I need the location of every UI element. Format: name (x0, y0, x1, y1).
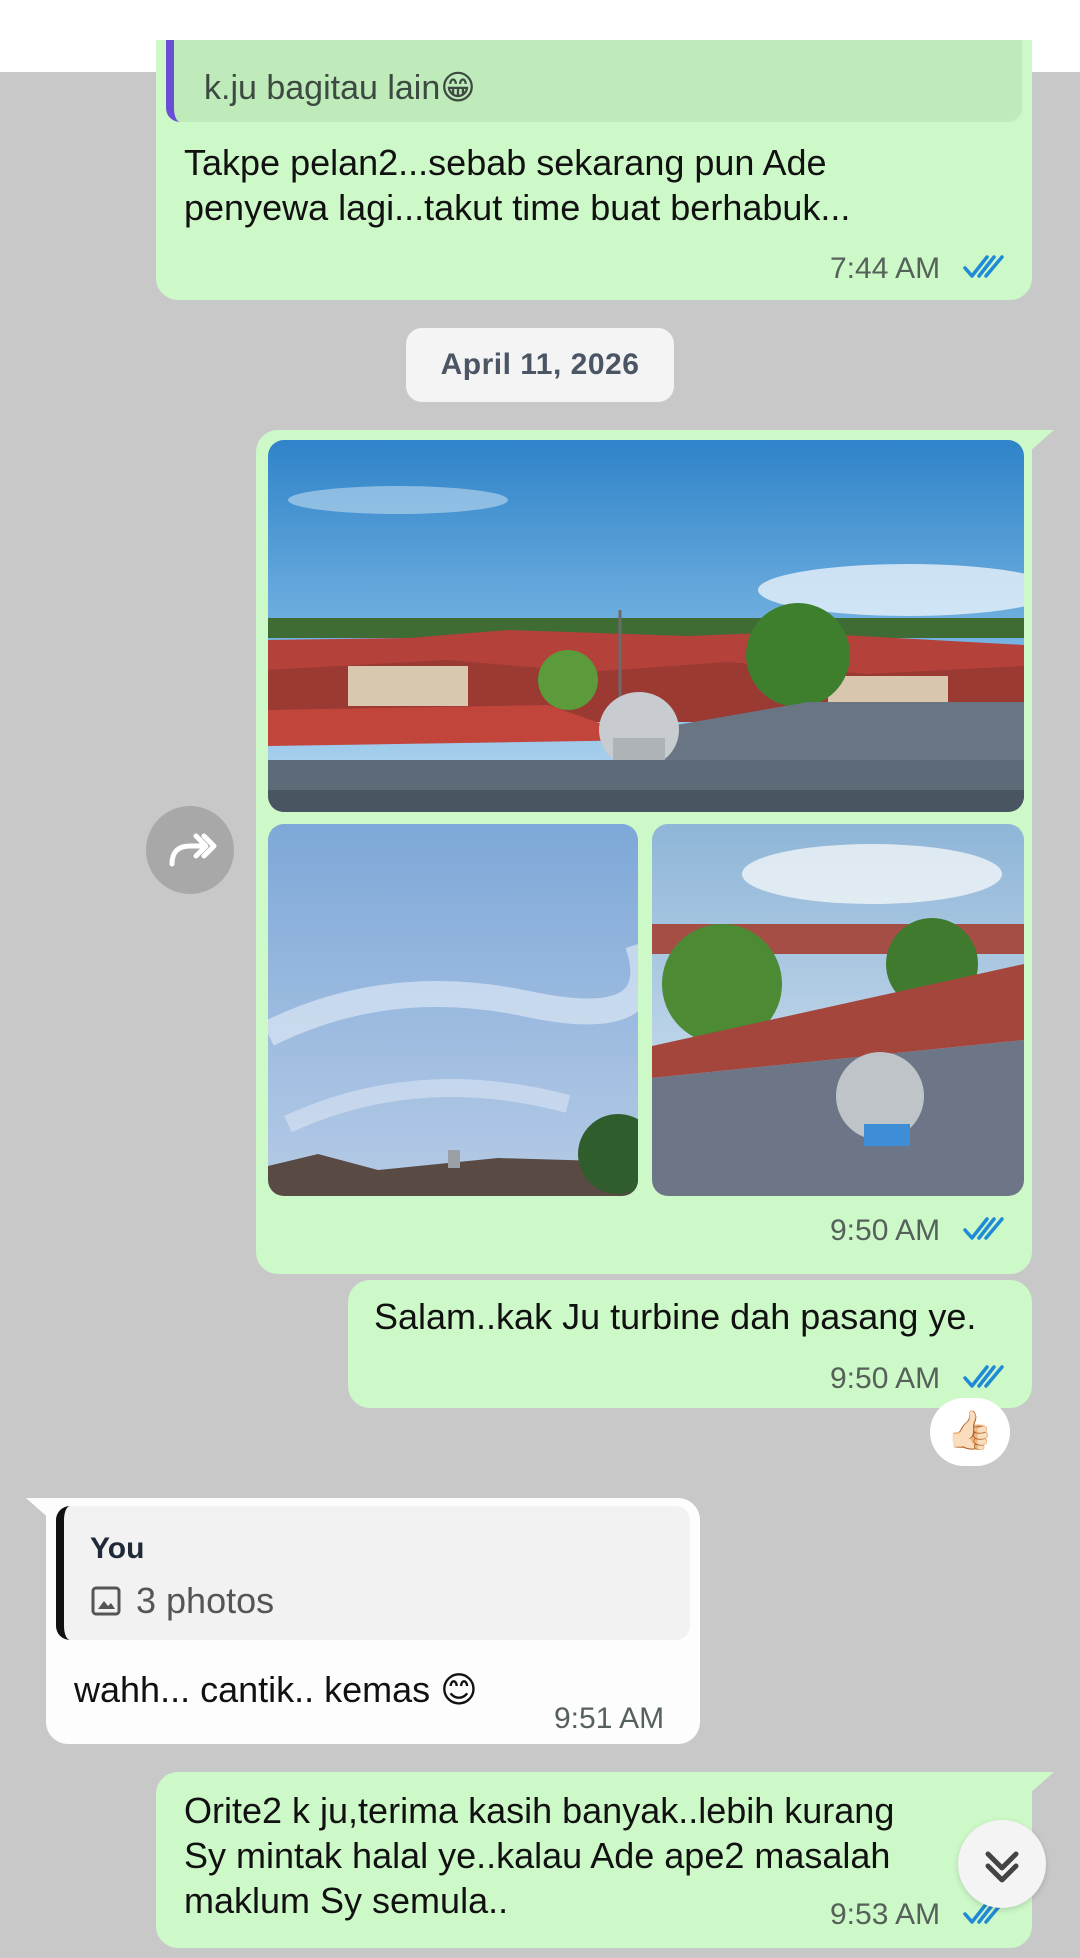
message-text-line: maklum Sy semula.. (184, 1880, 509, 1921)
message-time: 9:50 AM (830, 1362, 941, 1395)
reply-quote-preview: 3 photos (90, 1580, 274, 1622)
date-separator: April 11, 2026 (406, 328, 674, 402)
double-check-icon (963, 1217, 1004, 1240)
scroll-to-bottom-button[interactable] (958, 1820, 1046, 1908)
reaction-badge[interactable]: 👍🏻 (930, 1398, 1010, 1466)
message-text-line: Salam..kak Ju turbine dah pasang ye. (374, 1296, 977, 1337)
forward-icon (169, 833, 217, 867)
photo-sky[interactable] (268, 824, 638, 1196)
bubble-tail (1020, 430, 1054, 460)
chevron-double-down-icon (985, 1851, 1019, 1883)
message-time: 9:50 AM (830, 1214, 941, 1247)
message-time: 9:51 AM (554, 1702, 665, 1735)
quoted-message-text: k.ju bagitau lain😁 (204, 69, 476, 107)
bubble-tail (1020, 1772, 1054, 1802)
message-time: 9:53 AM (830, 1898, 941, 1931)
message-text-line: wahh... cantik.. kemas 😊 (74, 1669, 478, 1710)
message-text-line: penyewa lagi...takut time buat berhabuk.… (184, 187, 851, 228)
photo-rooftop-panorama[interactable] (268, 440, 1024, 812)
photo-turbine-roof[interactable] (652, 824, 1024, 1196)
double-check-icon (963, 1365, 1004, 1388)
message-text-line: Orite2 k ju,terima kasih banyak..lebih k… (184, 1790, 895, 1831)
message-text-line: Sy mintak halal ye..kalau Ade ape2 masal… (184, 1835, 891, 1876)
reply-quote-text: 3 photos (136, 1580, 275, 1621)
bubble-tail (26, 1498, 60, 1528)
image-icon (91, 1586, 121, 1616)
reply-quote[interactable]: You 3 photos (56, 1506, 690, 1640)
reply-quote-author: You (90, 1532, 145, 1565)
message-text-line: Takpe pelan2...sebab sekarang pun Ade (184, 142, 827, 183)
forward-button[interactable] (146, 806, 234, 894)
quoted-message[interactable]: k.ju bagitau lain😁 (166, 40, 1022, 122)
double-check-icon (963, 255, 1004, 278)
message-time: 7:44 AM (830, 252, 941, 285)
